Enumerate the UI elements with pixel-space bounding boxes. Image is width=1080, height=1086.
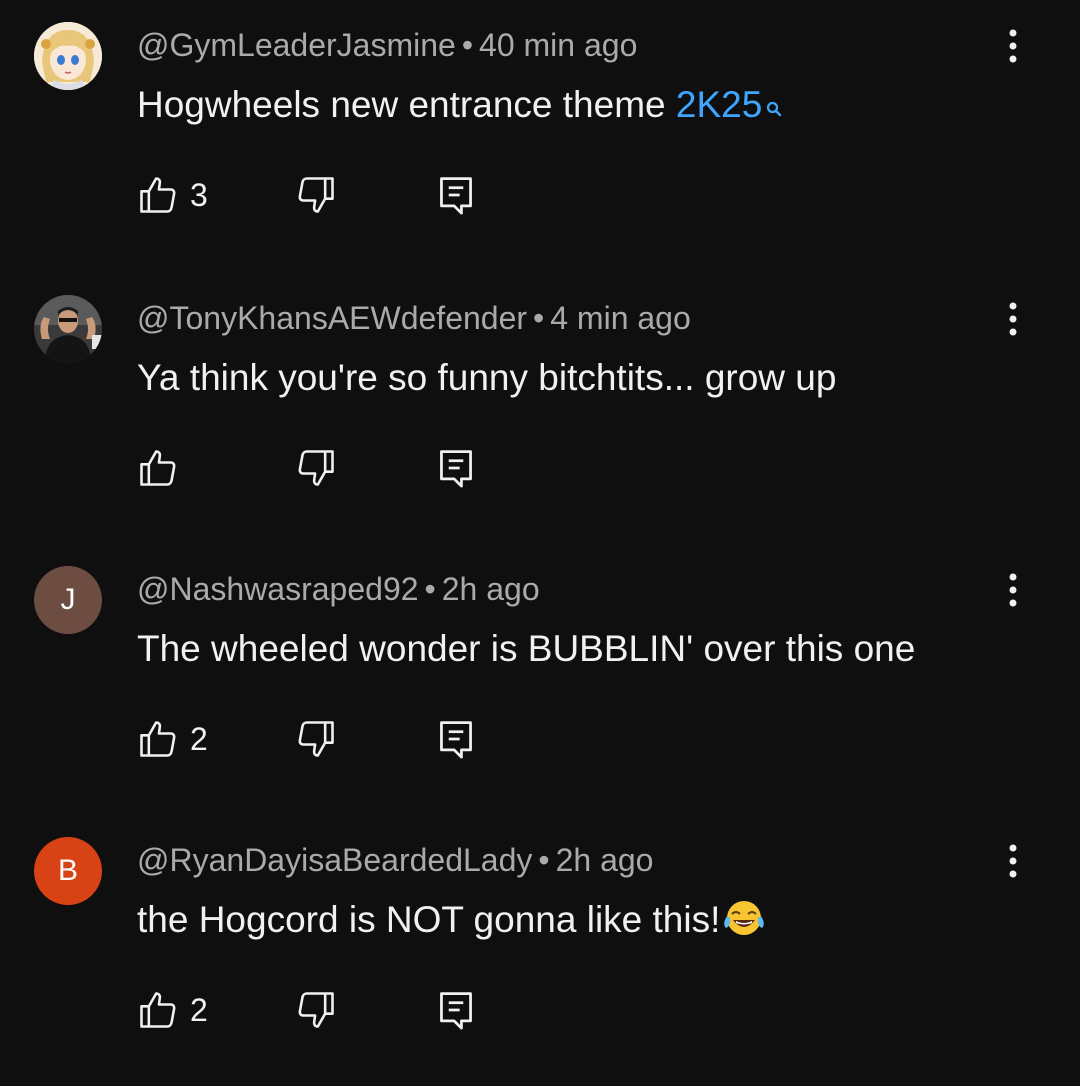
comment-text-content: Hogwheels new entrance theme [137,84,676,125]
like-button[interactable] [136,443,190,493]
search-link[interactable]: 2K25 [676,84,762,125]
comment-text: The wheeled wonder is BUBBLIN' over this… [137,628,916,669]
comment-time[interactable]: 40 min ago [479,27,637,63]
comment-actions: 2 [0,985,700,1035]
comment-header: @GymLeaderJasmine • 40 min ago [137,26,637,64]
reply-button[interactable] [436,714,476,764]
comment-item: @GymLeaderJasmine • 40 min ago Hogwheels n… [0,0,1080,271]
thumbs-down-icon [298,177,334,213]
reply-comment-icon [440,177,472,215]
reply-button[interactable] [436,443,476,493]
separator-dot: • [533,300,545,336]
thumbs-up-icon [140,450,176,486]
comment-item: B @RyanDayisaBeardedLady • 2h ago the Hogc… [0,815,1080,1086]
more-options-icon[interactable] [996,291,1030,347]
comment-author[interactable]: @Nashwasraped92 [137,571,419,607]
reply-button[interactable] [436,985,476,1035]
reply-comment-icon [440,992,472,1030]
like-button[interactable]: 3 [136,170,208,220]
comment-actions [0,443,700,493]
comment-time[interactable]: 4 min ago [550,300,691,336]
comment-text: Hogwheels new entrance theme 2K25 [137,82,782,130]
comment-item: J @Nashwasraped92 • 2h ago The wheeled won… [0,544,1080,815]
thumbs-down-icon [298,992,334,1028]
separator-dot: • [424,571,436,607]
more-options-icon[interactable] [996,833,1030,889]
reply-comment-icon [440,450,472,488]
comment-author[interactable]: @GymLeaderJasmine [137,27,456,63]
dislike-button[interactable] [294,170,338,220]
thumbs-down-icon [298,450,334,486]
dislike-button[interactable] [294,443,338,493]
anime-girl-avatar-icon [34,22,102,90]
comment-text: the Hogcord is NOT gonna like this! [137,897,766,949]
reply-button[interactable] [436,170,476,220]
like-button[interactable]: 2 [136,714,208,764]
comment-header: @Nashwasraped92 • 2h ago [137,570,540,608]
avatar-letter: B [57,854,78,887]
comment-header: @RyanDayisaBeardedLady • 2h ago [137,841,653,879]
comment-author[interactable]: @RyanDayisaBeardedLady [137,842,532,878]
comment-time[interactable]: 2h ago [556,842,654,878]
dislike-button[interactable] [294,985,338,1035]
reply-comment-icon [440,721,472,759]
comment-time[interactable]: 2h ago [442,571,540,607]
comment-text: Ya think you're so funny bitchtits... gr… [137,357,837,398]
comment-text-content: the Hogcord is NOT gonna like this! [137,899,721,940]
separator-dot: • [461,27,474,63]
comment-actions: 2 [0,714,700,764]
like-count: 2 [190,720,208,757]
avatar[interactable] [34,22,102,90]
separator-dot: • [538,842,550,878]
like-count: 2 [190,991,208,1028]
more-options-icon[interactable] [996,18,1030,74]
avatar[interactable] [34,295,102,363]
avatar[interactable]: B [34,837,102,905]
thumbs-up-icon [140,177,176,213]
search-icon [766,84,782,130]
like-count: 3 [190,176,208,213]
thumbs-up-icon [140,721,176,757]
comment-item: @TonyKhansAEWdefender • 4 min ago Ya think… [0,273,1080,544]
comment-header: @TonyKhansAEWdefender • 4 min ago [137,299,691,337]
avatar-letter: J [60,583,76,616]
thumbs-down-icon [298,721,334,757]
more-options-icon[interactable] [996,562,1030,618]
comment-actions: 3 [0,170,700,220]
man-photo-avatar-icon [34,295,102,363]
like-button[interactable]: 2 [136,985,208,1035]
comment-author[interactable]: @TonyKhansAEWdefender [137,300,527,336]
tears-of-joy-emoji-icon [722,898,766,949]
dislike-button[interactable] [294,714,338,764]
avatar[interactable]: J [34,566,102,634]
thumbs-up-icon [140,992,176,1028]
